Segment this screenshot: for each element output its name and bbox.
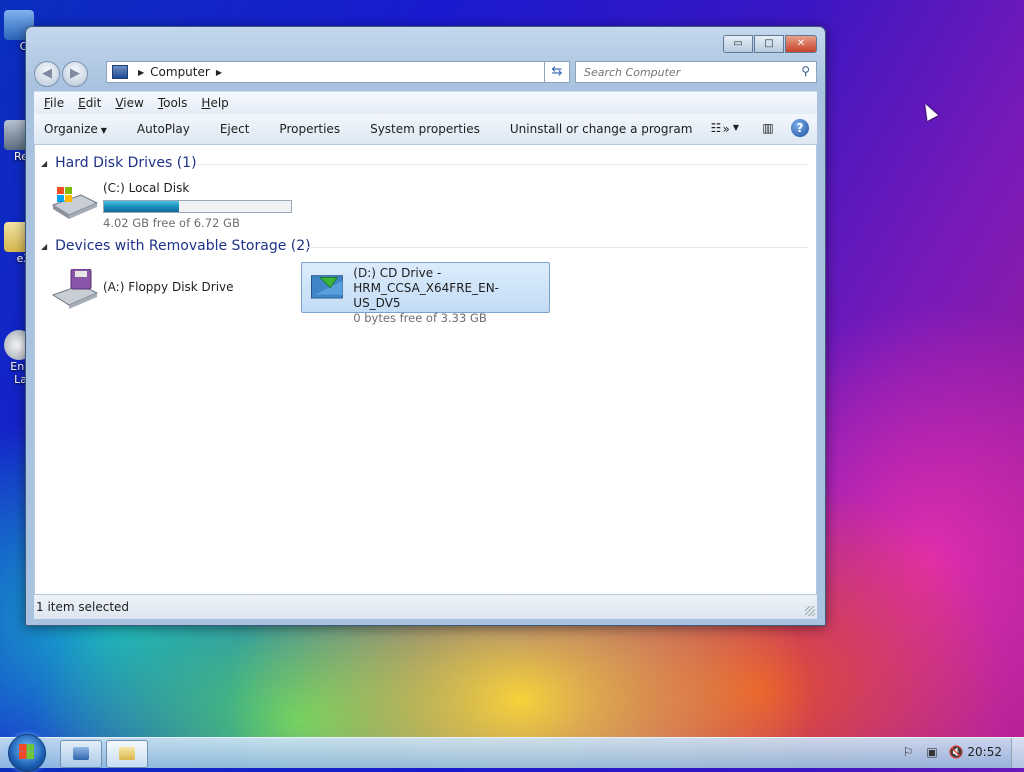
menu-view[interactable]: View bbox=[115, 96, 143, 110]
drive-free-space: 0 bytes free of 3.33 GB bbox=[353, 311, 487, 325]
start-button[interactable] bbox=[8, 734, 46, 772]
action-center-flag-icon[interactable]: ⚐ bbox=[900, 744, 916, 760]
drive-name: (D:) CD Drive - bbox=[353, 266, 442, 280]
menu-help[interactable]: Help bbox=[201, 96, 228, 110]
clock[interactable]: 20:52 bbox=[967, 745, 1002, 759]
command-bar: Organize ▼ AutoPlay Eject Properties Syst… bbox=[34, 114, 817, 145]
breadcrumb-computer[interactable]: Computer bbox=[150, 65, 210, 79]
show-desktop-button[interactable] bbox=[1011, 738, 1024, 768]
group-title: Devices with Removable Storage (2) bbox=[55, 238, 311, 254]
forward-button[interactable]: ▶ bbox=[62, 61, 88, 87]
preview-pane-icon[interactable]: ▥ bbox=[759, 119, 777, 137]
refresh-icon: ⇆ bbox=[551, 64, 563, 79]
explorer-window: ▭ □ ✕ ◀ ▶ ▶ Computer ▶ ▼ ⇆ ⚲ File Edit V… bbox=[25, 26, 826, 626]
chevron-down-icon[interactable]: ▼ bbox=[727, 119, 745, 137]
view-controls: ☷ ▼ ▥ ? bbox=[693, 119, 809, 137]
address-bar[interactable]: ▶ Computer ▶ ▼ bbox=[106, 61, 568, 83]
computer-icon bbox=[112, 65, 128, 79]
group-header-hard-disks[interactable]: ◢ Hard Disk Drives (1) bbox=[41, 155, 197, 171]
cd-drive-icon bbox=[311, 275, 343, 299]
hard-drive-icon bbox=[51, 187, 99, 219]
drive-usage-fill bbox=[104, 201, 179, 212]
folder-icon bbox=[119, 747, 135, 760]
server-manager-icon bbox=[73, 747, 89, 760]
group-divider bbox=[195, 164, 808, 165]
status-bar: 1 item selected bbox=[34, 594, 817, 619]
mouse-cursor-icon bbox=[919, 101, 939, 121]
system-properties-button[interactable]: System properties bbox=[355, 122, 495, 136]
menu-edit[interactable]: Edit bbox=[78, 96, 101, 110]
refresh-button[interactable]: ⇆ bbox=[544, 61, 570, 83]
organize-button[interactable]: Organize ▼ bbox=[34, 122, 122, 136]
back-arrow-icon: ◀ bbox=[42, 66, 52, 81]
collapse-triangle-icon[interactable]: ◢ bbox=[41, 242, 47, 251]
drive-item-a[interactable]: (A:) Floppy Disk Drive bbox=[51, 269, 234, 309]
caption-buttons: ▭ □ ✕ bbox=[722, 35, 817, 53]
close-button[interactable]: ✕ bbox=[785, 35, 817, 53]
change-view-icon[interactable]: ☷ bbox=[707, 119, 725, 137]
maximize-button[interactable]: □ bbox=[754, 35, 784, 53]
taskbar-button-explorer[interactable] bbox=[106, 740, 148, 768]
floppy-drive-icon bbox=[51, 269, 99, 309]
eject-button[interactable]: Eject bbox=[205, 122, 265, 136]
drive-name: (A:) Floppy Disk Drive bbox=[103, 280, 234, 294]
group-header-removable[interactable]: ◢ Devices with Removable Storage (2) bbox=[41, 238, 311, 254]
system-tray: ⚐ ▣ 🔇 bbox=[892, 744, 964, 760]
status-text: 1 item selected bbox=[36, 600, 130, 614]
forward-arrow-icon: ▶ bbox=[70, 66, 80, 81]
drive-usage-bar bbox=[103, 200, 292, 213]
menu-file[interactable]: File bbox=[44, 96, 64, 110]
autoplay-button[interactable]: AutoPlay bbox=[122, 122, 205, 136]
menu-tools[interactable]: Tools bbox=[158, 96, 188, 110]
drive-name: (C:) Local Disk bbox=[103, 181, 190, 195]
search-icon[interactable]: ⚲ bbox=[801, 64, 810, 78]
breadcrumb-arrow-icon[interactable]: ▶ bbox=[216, 68, 222, 77]
help-icon[interactable]: ? bbox=[791, 119, 809, 137]
group-title: Hard Disk Drives (1) bbox=[55, 155, 197, 171]
resize-grip-icon[interactable] bbox=[805, 606, 815, 616]
search-input[interactable] bbox=[582, 62, 786, 82]
search-box[interactable]: ⚲ bbox=[575, 61, 817, 83]
file-list-area: ◢ Hard Disk Drives (1) (C:) Local Disk 4… bbox=[34, 145, 817, 595]
menu-bar: File Edit View Tools Help bbox=[34, 91, 817, 114]
drive-item-c[interactable]: (C:) Local Disk 4.02 GB free of 6.72 GB bbox=[51, 181, 292, 231]
drive-item-d[interactable]: (D:) CD Drive - HRM_CCSA_X64FRE_EN-US_DV… bbox=[301, 262, 550, 325]
drive-volume-label: HRM_CCSA_X64FRE_EN-US_DV5 bbox=[353, 281, 500, 310]
network-icon[interactable]: ▣ bbox=[924, 744, 940, 760]
taskbar-button-server-manager[interactable] bbox=[60, 740, 102, 768]
chevron-down-icon: ▼ bbox=[100, 126, 107, 135]
volume-muted-icon[interactable]: 🔇 bbox=[948, 744, 964, 760]
navigation-row: ◀ ▶ ▶ Computer ▶ ▼ ⇆ ⚲ bbox=[34, 61, 817, 87]
properties-button[interactable]: Properties bbox=[264, 122, 355, 136]
group-divider bbox=[305, 247, 808, 248]
breadcrumb-arrow-icon[interactable]: ▶ bbox=[138, 68, 144, 77]
organize-label: Organize bbox=[44, 122, 98, 136]
collapse-triangle-icon[interactable]: ◢ bbox=[41, 159, 47, 168]
minimize-button[interactable]: ▭ bbox=[723, 35, 753, 53]
back-button[interactable]: ◀ bbox=[34, 61, 60, 87]
drive-free-space: 4.02 GB free of 6.72 GB bbox=[103, 216, 240, 230]
uninstall-program-button[interactable]: Uninstall or change a program bbox=[495, 122, 708, 136]
taskbar: ⚐ ▣ 🔇 20:52 bbox=[0, 734, 1024, 772]
